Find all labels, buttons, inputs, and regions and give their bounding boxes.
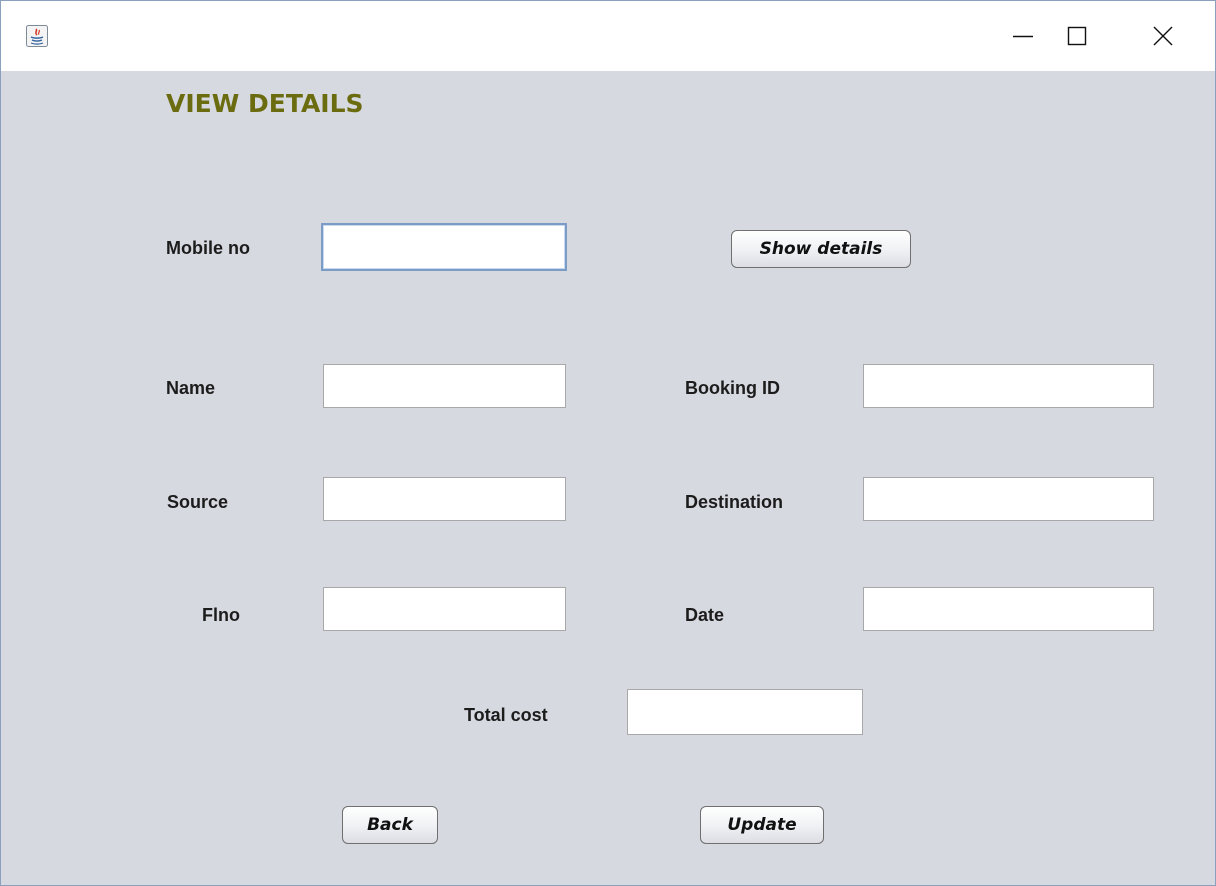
mobile-label: Mobile no [166,238,250,258]
destination-input[interactable] [863,477,1154,521]
date-label: Date [685,605,725,625]
mobile-input[interactable] [321,223,567,271]
java-icon [26,25,48,47]
maximize-icon [1067,26,1087,46]
total-cost-label: Total cost [464,705,548,725]
booking-id-label: Booking ID [685,378,780,398]
page-title: VIEW DETAILS [166,89,364,118]
flno-input[interactable] [323,587,566,631]
app-window: VIEW DETAILS Mobile no Show details Name… [0,0,1216,886]
total-cost-input[interactable] [627,689,863,735]
source-input[interactable] [323,477,566,521]
minimize-button[interactable] [993,1,1053,71]
name-label: Name [166,378,216,398]
name-input[interactable] [323,364,566,408]
show-details-button[interactable]: Show details [731,230,911,268]
source-label: Source [167,492,229,512]
date-input[interactable] [863,587,1154,631]
title-bar[interactable] [1,1,1215,71]
flno-label: Flno [202,605,240,625]
booking-id-input[interactable] [863,364,1154,408]
update-button[interactable]: Update [700,806,824,844]
maximize-button[interactable] [1047,1,1107,71]
minimize-icon [1013,26,1033,46]
back-button[interactable]: Back [342,806,438,844]
destination-label: Destination [685,492,784,512]
close-icon [1153,26,1173,46]
close-button[interactable] [1133,1,1193,71]
